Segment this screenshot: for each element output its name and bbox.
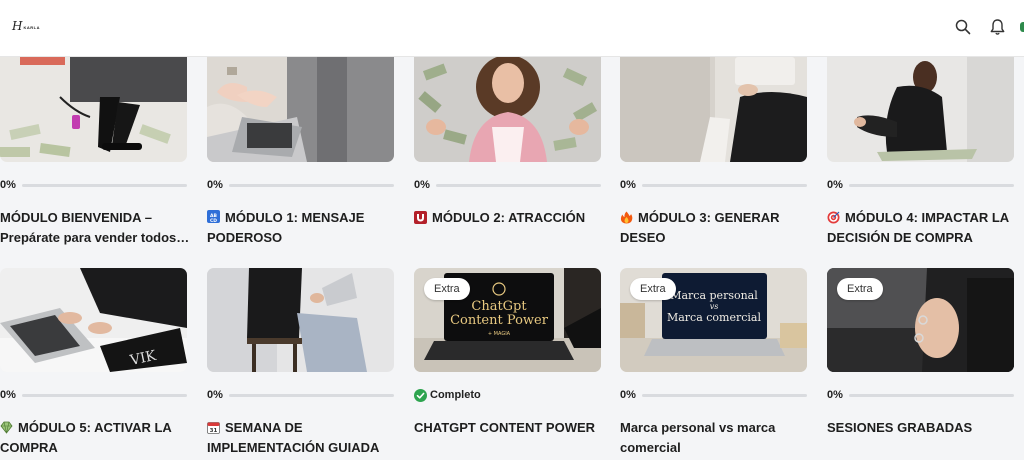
progress-row: 0%: [414, 178, 601, 192]
module-title[interactable]: 31 SEMANA DE IMPLEMENTACIÓN GUIADA: [207, 418, 397, 458]
avatar-edge[interactable]: [1020, 22, 1024, 32]
module-thumbnail[interactable]: Marca personal vs Marca comercial Extra: [620, 268, 807, 372]
top-header: H KARLA: [0, 0, 1024, 57]
progress-label: 0%: [827, 389, 843, 401]
module-title-text: SEMANA DE: [225, 420, 303, 435]
module-title[interactable]: SESIONES GRABADAS: [827, 418, 1017, 438]
module-title[interactable]: CHATGPT CONTENT POWER: [414, 418, 604, 438]
thumb-title-1: ChatGpt: [471, 299, 527, 314]
progress-bar: [228, 393, 394, 397]
progress-row: Completo: [414, 388, 601, 402]
thumb-subtitle: + MAGIA: [488, 331, 511, 337]
target-icon: [827, 210, 840, 224]
module-title[interactable]: MÓDULO 4: IMPACTAR LA DECISIÓN DE COMPRA: [827, 208, 1017, 248]
module-title-text: MÓDULO 5: ACTIVAR LA: [18, 420, 172, 435]
module-thumbnail[interactable]: Extra: [827, 268, 1014, 372]
module-title-line2: DECISIÓN DE COMPRA: [827, 230, 973, 245]
module-thumbnail[interactable]: [207, 57, 394, 162]
progress-bar: [21, 393, 187, 397]
module-title-text: MÓDULO 2: ATRACCIÓN: [432, 210, 586, 225]
magnet-icon: [414, 210, 427, 224]
progress-label: 0%: [827, 179, 843, 191]
progress-label: 0%: [414, 179, 430, 191]
module-title-line2: COMPRA: [0, 440, 58, 455]
progress-bar: [848, 393, 1014, 397]
abcd-icon: AB CD: [207, 210, 220, 224]
logo-text: KARLA: [23, 25, 40, 30]
module-title[interactable]: AB CD MÓDULO 1: MENSAJE PODEROSO: [207, 208, 397, 248]
progress-row: 0%: [0, 178, 187, 192]
gem-icon: [0, 420, 13, 434]
logo[interactable]: H KARLA: [12, 20, 40, 32]
module-title-line2: comercial: [620, 440, 681, 455]
module-title[interactable]: MÓDULO 3: GENERAR DESEO: [620, 208, 810, 248]
module-thumbnail[interactable]: [207, 268, 394, 372]
extra-badge: Extra: [630, 278, 676, 300]
module-title-line1: MÓDULO 4: IMPACTAR LA: [827, 208, 1017, 228]
progress-row: 0%: [620, 178, 807, 192]
module-title-line1: CHATGPT CONTENT POWER: [414, 420, 596, 435]
thumb-title-1: Marca personal: [670, 289, 758, 302]
module-title-line1: AB CD MÓDULO 1: MENSAJE: [207, 208, 397, 228]
module-title-line1: Marca personal vs marca: [620, 420, 776, 435]
module-title-line2: IMPLEMENTACIÓN GUIADA: [207, 440, 380, 455]
progress-bar: [435, 183, 601, 187]
calendar-icon: 31: [207, 420, 220, 434]
progress-label: 0%: [620, 179, 636, 191]
module-thumbnail[interactable]: [0, 57, 187, 162]
module-title[interactable]: MÓDULO 5: ACTIVAR LA COMPRA: [0, 418, 190, 458]
module-title-line1: MÓDULO 2: ATRACCIÓN: [414, 208, 604, 228]
module-thumbnail[interactable]: [620, 57, 807, 162]
module-title-line2: DESEO: [620, 230, 666, 245]
module-title-line1: MÓDULO BIENVENIDA –: [0, 210, 152, 225]
progress-row: 0%: [620, 388, 807, 402]
module-thumbnail[interactable]: [827, 57, 1014, 162]
progress-label: Completo: [430, 389, 481, 401]
module-title[interactable]: MÓDULO 2: ATRACCIÓN: [414, 208, 604, 228]
module-title-line1: 31 SEMANA DE: [207, 418, 397, 438]
progress-bar: [21, 183, 187, 187]
progress-label: 0%: [207, 389, 223, 401]
progress-bar: [228, 183, 394, 187]
fire-icon: [620, 210, 633, 224]
check-circle-icon: [414, 388, 427, 402]
module-title-line1: MÓDULO 5: ACTIVAR LA: [0, 418, 190, 438]
thumb-vs: vs: [710, 302, 719, 311]
module-title-line1: SESIONES GRABADAS: [827, 420, 973, 435]
progress-row: 0%: [207, 388, 394, 402]
progress-bar: [641, 393, 807, 397]
thumb-title-2: Marca comercial: [667, 311, 762, 324]
module-title-line2: Prepárate para vender todos…: [0, 230, 190, 245]
extra-badge: Extra: [424, 278, 470, 300]
svg-text:CD: CD: [210, 218, 217, 224]
module-title-text: MÓDULO 1: MENSAJE: [225, 210, 365, 225]
module-title-text: MÓDULO 4: IMPACTAR LA: [845, 210, 1010, 225]
svg-text:31: 31: [210, 428, 218, 434]
progress-row: 0%: [827, 178, 1014, 192]
progress-row: 0%: [0, 388, 187, 402]
bell-icon[interactable]: [986, 16, 1008, 38]
progress-label: 0%: [0, 179, 16, 191]
progress-label: 0%: [0, 389, 16, 401]
search-icon[interactable]: [952, 16, 974, 38]
module-thumbnail[interactable]: VIK: [0, 268, 187, 372]
module-thumbnail[interactable]: ChatGpt Content Power + MAGIA Extra: [414, 268, 601, 372]
module-thumbnail[interactable]: [414, 57, 601, 162]
progress-bar: [641, 183, 807, 187]
module-title[interactable]: MÓDULO BIENVENIDA – Prepárate para vende…: [0, 208, 190, 248]
progress-label: 0%: [207, 179, 223, 191]
module-title-line1: MÓDULO 3: GENERAR: [620, 208, 810, 228]
progress-label: 0%: [620, 389, 636, 401]
progress-row: 0%: [827, 388, 1014, 402]
extra-badge: Extra: [837, 278, 883, 300]
logo-mark: H: [12, 19, 23, 33]
module-title-text: MÓDULO 3: GENERAR: [638, 210, 780, 225]
progress-bar: [848, 183, 1014, 187]
thumb-title-2: Content Power: [450, 313, 549, 328]
module-title-line2: PODEROSO: [207, 230, 283, 245]
module-title[interactable]: Marca personal vs marca comercial: [620, 418, 810, 458]
progress-row: 0%: [207, 178, 394, 192]
